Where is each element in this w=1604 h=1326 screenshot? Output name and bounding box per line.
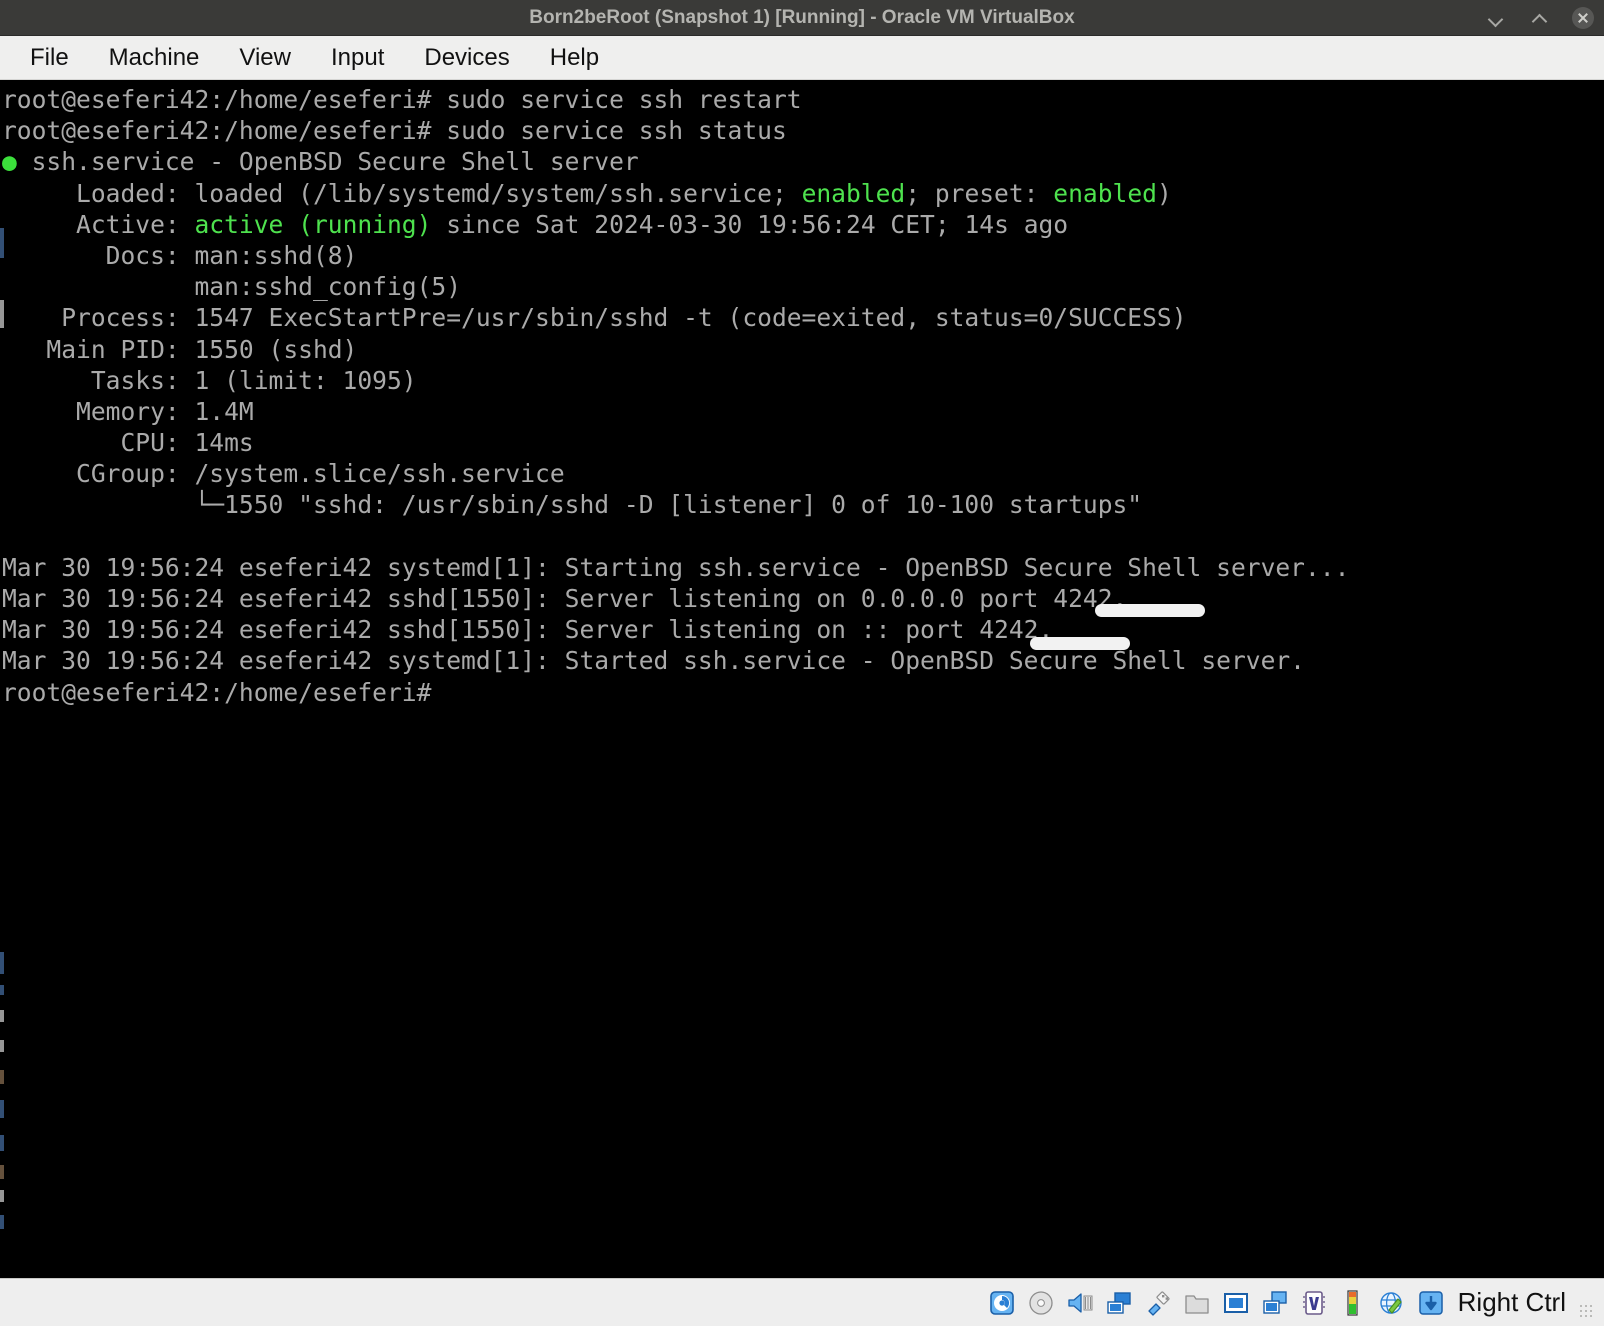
vm-status-bar: Right Ctrl: [0, 1278, 1604, 1326]
menu-item-view[interactable]: View: [219, 42, 311, 74]
mouse-integration-icon[interactable]: [1416, 1288, 1446, 1318]
terminal-line-log-1: Mar 30 19:56:24 eseferi42 systemd[1]: St…: [2, 552, 1350, 582]
terminal-line-log-3: Mar 30 19:56:24 eseferi42 sshd[1550]: Se…: [2, 615, 1054, 645]
terminal-line-docs-2: man:sshd_config(5): [2, 272, 462, 302]
minimize-button[interactable]: [1482, 5, 1508, 31]
edge-artifact-7: [0, 1100, 4, 1118]
terminal-line-process: Process: 1547 ExecStartPre=/usr/sbin/ssh…: [2, 303, 1187, 333]
terminal-line-prompt: root@eseferi42:/home/eseferi#: [2, 677, 432, 707]
terminal-line-cgroup: CGroup: /system.slice/ssh.service: [2, 459, 565, 489]
optical-disc-icon[interactable]: [1026, 1288, 1056, 1318]
terminal-line-active: Active: active (running) since Sat 2024-…: [2, 209, 1069, 239]
edge-artifact-1: [0, 300, 4, 328]
edge-artifact-11: [0, 1215, 4, 1229]
menu-item-input[interactable]: Input: [311, 42, 404, 74]
close-icon: [1572, 7, 1594, 29]
virtualbox-vm-window: Born2beRoot (Snapshot 1) [Running] - Ora…: [0, 0, 1604, 1326]
status-icon-group: [987, 1288, 1446, 1318]
menu-item-help[interactable]: Help: [530, 42, 619, 74]
edge-artifact-10: [0, 1190, 4, 1202]
virtualization-icon[interactable]: [1299, 1288, 1329, 1318]
chevron-down-icon: [1489, 14, 1502, 22]
close-button[interactable]: [1570, 5, 1596, 31]
terminal-line-tasks: Tasks: 1 (limit: 1095): [2, 365, 417, 395]
terminal-line-cmd-2: root@eseferi42:/home/eseferi# sudo servi…: [2, 116, 787, 146]
menu-bar: File Machine View Input Devices Help: [0, 36, 1604, 80]
resize-grip[interactable]: [1580, 1305, 1594, 1321]
window-titlebar: Born2beRoot (Snapshot 1) [Running] - Ora…: [0, 0, 1604, 36]
guest-additions-icon[interactable]: [1377, 1288, 1407, 1318]
menu-item-file[interactable]: File: [18, 42, 89, 74]
network-icon[interactable]: [1104, 1288, 1134, 1318]
terminal-line-cmd-1: root@eseferi42:/home/eseferi# sudo servi…: [2, 85, 802, 114]
redaction-stroke-2: [1030, 637, 1130, 650]
guest-terminal-screen[interactable]: root@eseferi42:/home/eseferi# sudo servi…: [0, 80, 1604, 1278]
edge-artifact-0: [0, 228, 4, 258]
terminal-line-docs-1: Docs: man:sshd(8): [2, 240, 358, 270]
audio-icon[interactable]: [1065, 1288, 1095, 1318]
hard-disk-icon[interactable]: [987, 1288, 1017, 1318]
cpu-load-gauge-icon[interactable]: [1338, 1288, 1368, 1318]
usb-icon[interactable]: [1143, 1288, 1173, 1318]
terminal-line-mainpid: Main PID: 1550 (sshd): [2, 334, 358, 364]
display-icon[interactable]: [1221, 1288, 1251, 1318]
edge-artifact-8: [0, 1135, 4, 1151]
terminal-line-log-4: Mar 30 19:56:24 eseferi42 systemd[1]: St…: [2, 646, 1305, 676]
chevron-up-icon: [1533, 14, 1546, 22]
recording-icon[interactable]: [1260, 1288, 1290, 1318]
edge-artifact-9: [0, 1165, 4, 1179]
terminal-line-cgroup-ch: └─1550 "sshd: /usr/sbin/sshd -D [listene…: [2, 490, 1143, 520]
edge-artifact-2: [0, 952, 4, 974]
terminal-line-cpu: CPU: 14ms: [2, 428, 254, 458]
edge-artifact-5: [0, 1040, 4, 1052]
host-key-indicator: Right Ctrl: [1457, 1287, 1566, 1317]
menu-item-machine[interactable]: Machine: [89, 42, 220, 74]
shared-folders-icon[interactable]: [1182, 1288, 1212, 1318]
terminal-line-memory: Memory: 1.4M: [2, 396, 254, 426]
edge-artifact-3: [0, 985, 4, 995]
window-title: Born2beRoot (Snapshot 1) [Running] - Ora…: [529, 6, 1075, 28]
edge-artifact-4: [0, 1010, 4, 1022]
menu-item-devices[interactable]: Devices: [404, 42, 529, 74]
edge-artifact-6: [0, 1070, 4, 1084]
terminal-line-loaded: Loaded: loaded (/lib/systemd/system/ssh.…: [2, 178, 1172, 208]
terminal-line-unit-head: ● ssh.service - OpenBSD Secure Shell ser…: [2, 147, 639, 177]
maximize-button[interactable]: [1526, 5, 1552, 31]
window-controls: [1482, 0, 1596, 36]
redaction-stroke-1: [1095, 604, 1205, 617]
